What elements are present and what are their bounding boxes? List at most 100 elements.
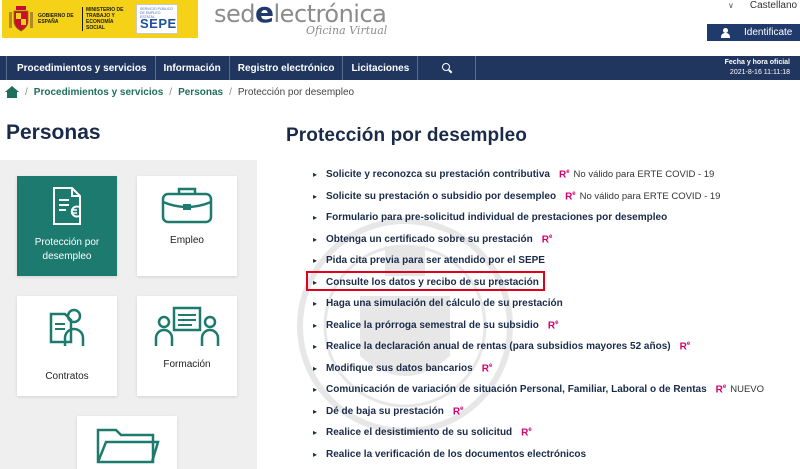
chevron-right-icon: ▸	[313, 234, 318, 244]
procedure-link[interactable]: Pida cita previa para ser atendido por e…	[326, 255, 545, 266]
breadcrumb-separator: /	[229, 86, 232, 98]
procedure-link-item[interactable]: ▸ Modifique sus datos bancarios Re	[313, 358, 764, 380]
nav-search-button[interactable]	[418, 56, 477, 80]
language-selector[interactable]: ∨ Castellano	[728, 0, 797, 11]
re-superscript: e	[686, 341, 691, 348]
card-label: Empleo	[170, 235, 204, 246]
nav-licitaciones[interactable]: Licitaciones	[343, 56, 419, 80]
procedure-link-item[interactable]: ▸ Solicite y reconozca su prestación cont…	[313, 164, 764, 186]
procedure-link[interactable]: Formulario para pre-solicitud individual…	[326, 212, 667, 223]
link-note: No válido para ERTE COVID - 19	[573, 169, 715, 181]
procedure-link-item[interactable]: ▸ Comunicación de variación de situación …	[313, 379, 764, 401]
procedure-link-item[interactable]: ▸ Realice el desistimiento de su solicitu…	[313, 422, 764, 444]
electronic-registry-badge: Re	[559, 169, 570, 180]
selection-highlight	[306, 271, 545, 291]
procedure-link[interactable]: Haga una simulación del cálculo de su pr…	[326, 298, 563, 309]
card-label: Formación	[163, 359, 211, 370]
re-superscript: e	[722, 384, 727, 391]
sepe-logo[interactable]: SERVICIO PÚBLICO DE EMPLEO ESTATAL SEPE	[136, 4, 178, 34]
main-nav: Procedimientos y servicios Información R…	[0, 56, 800, 80]
official-datetime: Fecha y hora oficial 2021-8-16 11:11:18	[725, 58, 790, 78]
re-letter: R	[679, 341, 687, 353]
procedure-link-item[interactable]: ▸ Obtenga un certificado sobre su prestac…	[313, 229, 764, 251]
chevron-right-icon: ▸	[313, 406, 318, 416]
re-letter: R	[452, 405, 461, 417]
nav-registro[interactable]: Registro electrónico	[230, 56, 344, 80]
training-icon	[154, 306, 220, 346]
folder-icon	[96, 428, 160, 464]
card-label: Protección por desempleo	[34, 237, 100, 262]
procedure-link[interactable]: Realice la verificación de los documento…	[326, 449, 586, 460]
re-superscript: e	[548, 233, 553, 240]
section-title: Personas	[6, 121, 101, 144]
sede-e: e	[255, 0, 274, 29]
breadcrumb-separator: /	[169, 86, 173, 98]
briefcase-icon	[161, 187, 213, 224]
contract-person-icon	[49, 308, 85, 346]
procedure-link-item[interactable]: ▸ Realice la verificación de los document…	[313, 444, 764, 466]
procedure-link-item[interactable]: ▸ Solicite su prestación o subsidio por d…	[313, 186, 764, 208]
procedure-link[interactable]: Modifique sus datos bancarios	[326, 363, 473, 374]
link-note: NUEVO	[730, 384, 765, 396]
site-header: GOBIERNO DE ESPAÑA MINISTERIO DE TRABAJO…	[0, 0, 800, 56]
procedure-link-item[interactable]: ▸ Haga una simulación del cálculo de su p…	[313, 293, 764, 315]
breadcrumb-procedimientos[interactable]: Procedimientos y servicios	[34, 87, 164, 98]
electronic-registry-badge: Re	[548, 320, 559, 331]
chevron-right-icon: ▸	[313, 256, 318, 266]
procedure-links-list: ▸ Solicite y reconozca su prestación cont…	[313, 164, 764, 465]
chevron-right-icon: ▸	[313, 299, 318, 309]
procedure-link-item[interactable]: ▸ Formulario para pre-solicitud individua…	[313, 207, 764, 229]
electronic-registry-badge: Re	[482, 363, 493, 374]
re-superscript: e	[528, 427, 532, 434]
identify-button[interactable]: Identificate	[707, 24, 800, 41]
chevron-right-icon: ▸	[313, 170, 318, 180]
nav-procedimientos[interactable]: Procedimientos y servicios	[6, 56, 156, 80]
card-proteccion[interactable]: Protección por desempleo	[17, 176, 117, 276]
search-icon	[441, 63, 452, 73]
procedure-link-item[interactable]: ▸ Realice la prórroga semestral de su sub…	[313, 315, 764, 337]
breadcrumb-personas[interactable]: Personas	[178, 87, 223, 98]
procedure-link-item[interactable]: ▸ Pida cita previa para ser atendido por …	[313, 250, 764, 272]
identify-label: Identificate	[744, 27, 793, 38]
procedure-link[interactable]: Solicite y reconozca su prestación contr…	[326, 169, 550, 180]
procedure-link[interactable]: Realice la prórroga semestral de su subs…	[326, 320, 539, 331]
procedure-link-item[interactable]: ▸ Dé de baja su prestación Re	[313, 401, 764, 423]
sede-electronica-logo[interactable]: sedelectrónica Oficina Virtual	[214, 0, 387, 37]
re-superscript: e	[488, 362, 493, 369]
electronic-registry-badge: Re	[565, 191, 576, 202]
page-title: Protección por desempleo	[286, 125, 528, 146]
datetime-label: Fecha y hora oficial	[724, 59, 790, 66]
breadcrumb-current: Protección por desempleo	[237, 86, 355, 98]
sepe-label: SEPE	[140, 16, 177, 31]
user-icon	[721, 27, 730, 38]
procedure-link[interactable]: Realice la declaración anual de rentas (…	[326, 341, 671, 352]
procedure-link[interactable]: Dé de baja su prestación	[326, 406, 444, 417]
chevron-right-icon: ▸	[313, 385, 318, 395]
language-label: Castellano	[749, 0, 798, 11]
link-note: No válido para ERTE COVID - 19	[579, 190, 721, 202]
card-folder[interactable]	[77, 416, 177, 469]
home-icon[interactable]	[5, 86, 19, 98]
re-superscript: e	[460, 405, 464, 412]
card-empleo[interactable]: Empleo	[137, 176, 237, 276]
re-letter: R	[541, 233, 549, 245]
procedure-link[interactable]: Realice el desistimiento de su solicitud	[326, 427, 512, 438]
datetime-value: 2021-8-16 11:11:18	[729, 69, 790, 76]
nav-informacion[interactable]: Información	[156, 56, 230, 80]
procedure-link[interactable]: Obtenga un certificado sobre su prestaci…	[326, 234, 533, 245]
electronic-registry-badge: Re	[716, 384, 727, 395]
government-logo[interactable]: GOBIERNO DE ESPAÑA MINISTERIO DE TRABAJO…	[2, 0, 198, 38]
procedure-link[interactable]: Comunicación de variación de situación P…	[326, 384, 707, 395]
document-euro-icon	[53, 187, 81, 225]
card-formacion[interactable]: Formación	[137, 296, 237, 396]
electronic-registry-badge: Re	[521, 427, 532, 438]
sede-subtitle: Oficina Virtual	[306, 24, 388, 37]
ministry-label: MINISTERIO DE TRABAJO Y ECONOMÍA SOCIAL	[82, 7, 132, 31]
chevron-right-icon: ▸	[313, 449, 318, 459]
chevron-right-icon: ▸	[313, 213, 318, 223]
procedure-link[interactable]: Solicite su prestación o subsidio por de…	[326, 191, 556, 202]
re-letter: R	[547, 319, 556, 331]
card-contratos[interactable]: Contratos	[17, 296, 117, 396]
procedure-link-item[interactable]: ▸ Realice la declaración anual de rentas …	[313, 336, 764, 358]
chevron-right-icon: ▸	[313, 428, 318, 438]
